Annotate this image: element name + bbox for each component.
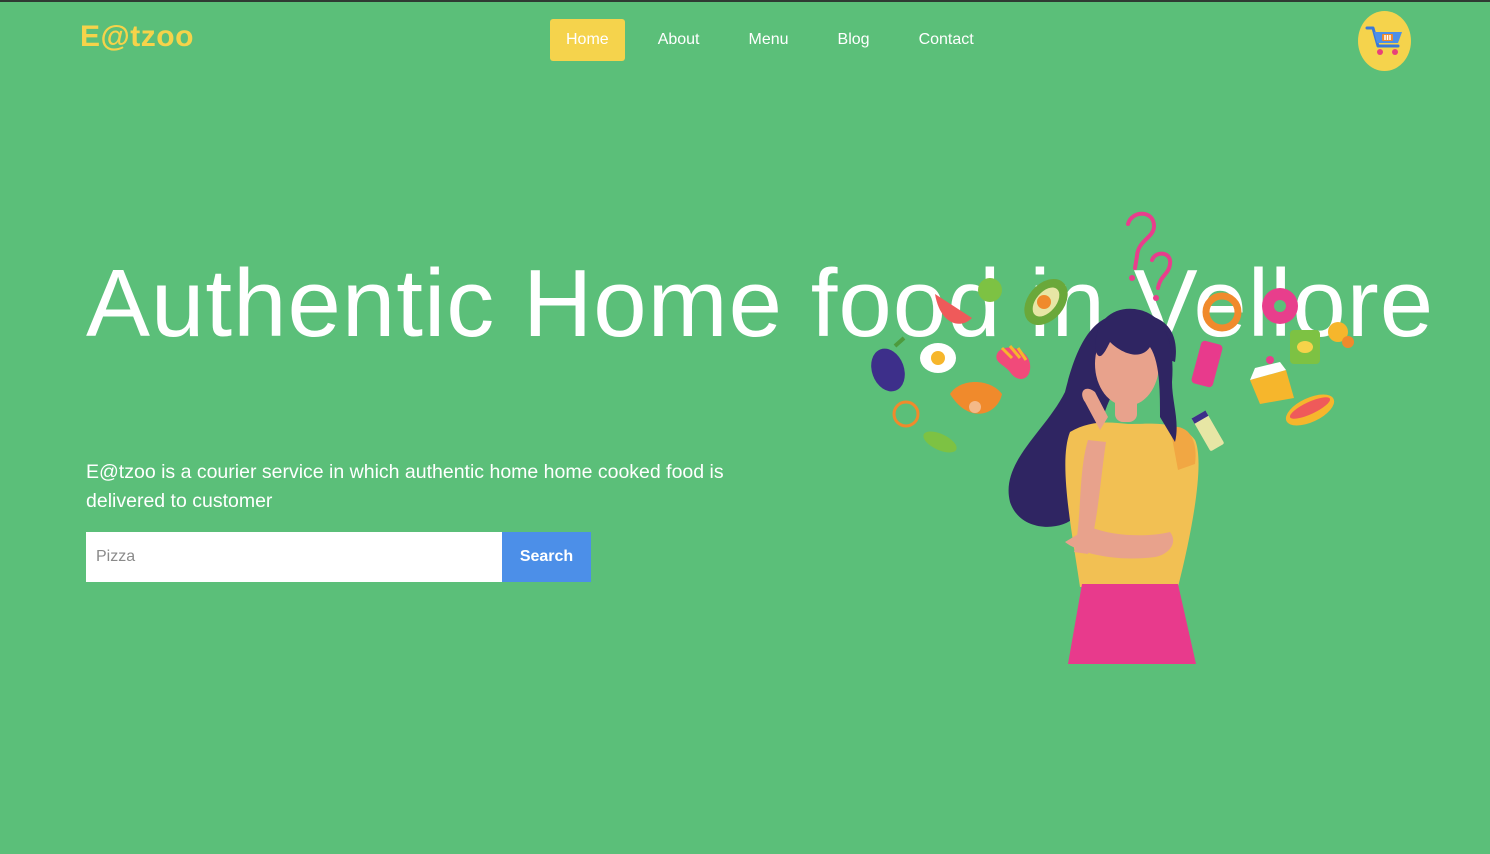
shopping-cart-icon	[1365, 26, 1402, 55]
nav-item-about[interactable]: About	[642, 19, 716, 61]
soda-can-icon	[1191, 340, 1223, 388]
brand-logo[interactable]: E@tzoo	[80, 20, 194, 54]
orange-slices-icon	[1328, 322, 1354, 348]
thinking-woman-food-illustration	[871, 211, 1354, 664]
nav-item-home[interactable]: Home	[550, 19, 625, 61]
pepper-icon	[996, 345, 1031, 379]
broccoli-icon	[892, 400, 920, 428]
nav-item-menu[interactable]: Menu	[733, 19, 805, 61]
pretzel-icon	[1202, 292, 1242, 332]
chips-icon	[1290, 330, 1320, 364]
cake-icon	[1250, 356, 1294, 404]
hero-description: E@tzoo is a courier service in which aut…	[86, 461, 724, 512]
donut-icon	[1262, 288, 1298, 324]
peas-icon	[923, 431, 957, 453]
nav-item-contact[interactable]: Contact	[903, 19, 990, 61]
cart-button[interactable]	[1358, 11, 1411, 71]
avocado-icon	[1024, 278, 1068, 326]
watermelon-icon	[935, 294, 972, 324]
main-nav: Home About Menu Blog Contact	[550, 19, 1007, 61]
nav-item-blog[interactable]: Blog	[822, 19, 886, 61]
eggplant-icon	[871, 336, 906, 392]
search-button[interactable]: Search	[502, 532, 591, 582]
salmon-icon	[950, 382, 1002, 414]
egg-icon	[920, 343, 956, 373]
search-input[interactable]	[86, 532, 502, 582]
lime-icon	[978, 278, 1002, 302]
